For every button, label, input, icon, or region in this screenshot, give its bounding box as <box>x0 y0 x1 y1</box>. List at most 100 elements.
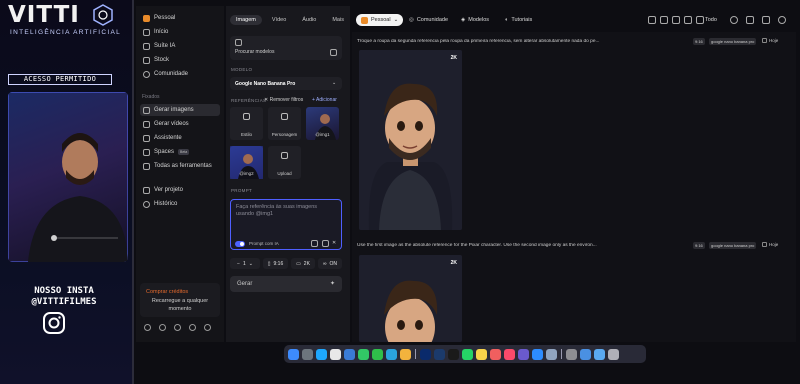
audio-filter-icon[interactable] <box>672 16 680 24</box>
date-select[interactable]: Hoje <box>762 38 778 43</box>
link-state: ON <box>329 260 338 267</box>
workspace-pill[interactable]: Pessoal ⌄ <box>356 14 404 26</box>
date-select[interactable]: Hoje <box>762 242 778 247</box>
filter-all[interactable]: Todo <box>700 14 722 26</box>
model-select[interactable]: Google Nano Banana Pro ⌄ <box>230 77 342 90</box>
downloads-icon[interactable] <box>594 348 605 360</box>
ratio-tag: 9:16 <box>693 38 705 45</box>
add-reference-link[interactable]: + Adicionar <box>312 97 337 103</box>
generation-prompt[interactable]: Troque a roupa da segunda referencia pel… <box>357 39 687 44</box>
calendar-icon[interactable] <box>490 348 501 360</box>
grid-view-icon[interactable] <box>762 16 770 24</box>
image-icon <box>143 106 150 114</box>
pixar-character-render <box>359 50 462 230</box>
facetime-icon[interactable] <box>372 348 383 360</box>
ai-prompt-label: Prompt com IA <box>249 241 279 246</box>
tab-audio[interactable]: Áudio <box>296 15 322 25</box>
sidebar-item-suite-ia[interactable]: Suíte IA <box>140 40 220 52</box>
workspace-switcher[interactable]: Pessoal <box>140 12 220 24</box>
layout-icon[interactable] <box>746 16 754 24</box>
sidebar-item-spaces[interactable]: Spaces Beta <box>140 146 220 158</box>
finalcut-icon[interactable] <box>518 348 529 360</box>
checkbox-icon <box>762 242 767 247</box>
mail-icon[interactable] <box>344 348 355 360</box>
add-reference-label: Adicionar <box>316 97 337 103</box>
photos-icon[interactable] <box>400 348 411 360</box>
video-filter-icon[interactable] <box>648 16 656 24</box>
discord-icon[interactable] <box>159 324 166 331</box>
nav-tutoriais[interactable]: ◐ Tutoriais <box>500 14 537 26</box>
tab-video[interactable]: Vídeo <box>266 15 292 25</box>
music-icon[interactable] <box>504 348 515 360</box>
ref-img2[interactable]: @img2 <box>230 146 263 179</box>
community-icon <box>143 70 150 78</box>
sidebar-item-stock[interactable]: Stock <box>140 54 220 66</box>
sidebar-item-assistente[interactable]: Assistente <box>140 132 220 144</box>
photoshop-icon[interactable] <box>420 348 431 360</box>
tab-imagem[interactable]: Imagem <box>230 15 262 25</box>
launchpad-icon[interactable] <box>302 348 313 360</box>
clear-icon[interactable]: ✕ <box>332 240 336 246</box>
generation-prompt[interactable]: Use the first image as the absolute refe… <box>357 243 687 248</box>
sidebar-item-historico[interactable]: Histórico <box>140 198 220 210</box>
finder-icon[interactable] <box>288 348 299 360</box>
folder-icon <box>143 186 150 194</box>
count-stepper[interactable]: − 1 ⌄ <box>230 258 260 269</box>
capcut-icon[interactable] <box>448 348 459 360</box>
notifications-icon[interactable] <box>189 324 196 331</box>
trash-icon[interactable] <box>608 348 619 360</box>
ref-style[interactable]: Estilo <box>230 107 263 140</box>
search-icon[interactable] <box>778 16 786 24</box>
sidebar-item-gerar-imagens[interactable]: Gerar imagens <box>140 104 220 116</box>
sparkle-icon: ✦ <box>329 281 335 287</box>
generated-image[interactable]: 2K <box>359 255 462 342</box>
heart-icon[interactable] <box>730 16 738 24</box>
notes-icon[interactable] <box>476 348 487 360</box>
doc-filter-icon[interactable] <box>684 16 692 24</box>
help-icon[interactable] <box>144 324 151 331</box>
whatsapp-icon[interactable] <box>462 348 473 360</box>
telegram-icon[interactable] <box>386 348 397 360</box>
theme-icon[interactable] <box>174 324 181 331</box>
brand-name: VITTI <box>8 2 80 28</box>
more-icon[interactable] <box>204 324 211 331</box>
ref-img1[interactable]: @img1 <box>306 107 339 140</box>
aspect-ratio-select[interactable]: ▯ 9:16 <box>263 258 288 269</box>
workspace-pill-label: Pessoal <box>371 17 391 23</box>
settings-icon[interactable] <box>566 348 577 360</box>
attach-icon[interactable] <box>311 240 318 247</box>
sidebar-item-comunidade[interactable]: Comunidade <box>140 68 220 80</box>
link-toggle[interactable]: ∞ ON <box>318 258 342 269</box>
sidebar-item-inicio[interactable]: Início <box>140 26 220 38</box>
generate-button[interactable]: Gerar ✦ <box>230 276 342 292</box>
safari-icon[interactable] <box>316 348 327 360</box>
sidebar-item-ver-projeto[interactable]: Ver projeto <box>140 184 220 196</box>
nav-modelos[interactable]: ◈ Modelos <box>456 14 494 26</box>
generated-image[interactable]: 2K <box>359 50 462 230</box>
folder-icon[interactable] <box>580 348 591 360</box>
messages-icon[interactable] <box>358 348 369 360</box>
brand-logo-icon <box>93 4 113 26</box>
resolution-select[interactable]: ▭ 2K <box>291 258 315 269</box>
chrome-icon[interactable] <box>330 348 341 360</box>
lightroom-icon[interactable] <box>434 348 445 360</box>
enhance-icon[interactable] <box>322 240 329 247</box>
remove-filters-link[interactable]: ✕ Remover filtros <box>264 97 303 103</box>
appstore-icon[interactable] <box>532 348 543 360</box>
preview-icon[interactable] <box>546 348 557 360</box>
sidebar-item-gerar-videos[interactable]: Gerar vídeos <box>140 118 220 130</box>
tab-mais[interactable]: Mais <box>326 15 350 25</box>
ref-character[interactable]: Personagem <box>268 107 301 140</box>
filter-label: Todo <box>705 17 717 23</box>
buy-credits-card[interactable]: Comprar créditos Recarregue a qualquer m… <box>140 283 220 317</box>
style-icon <box>243 113 250 120</box>
nav-comunidade[interactable]: ◎ Comunidade <box>404 14 453 26</box>
sidebar-item-todas-ferramentas[interactable]: Todas as ferramentas <box>140 160 220 172</box>
ai-prompt-toggle[interactable] <box>235 241 245 247</box>
spaces-icon <box>143 148 150 156</box>
ref-upload[interactable]: Upload <box>268 146 301 179</box>
prompt-input[interactable]: Faça referência às suas imagens usando @… <box>230 199 342 250</box>
upload-icon <box>281 152 288 159</box>
search-models-button[interactable]: Procurar modelos <box>230 36 342 60</box>
image-filter-icon[interactable] <box>660 16 668 24</box>
